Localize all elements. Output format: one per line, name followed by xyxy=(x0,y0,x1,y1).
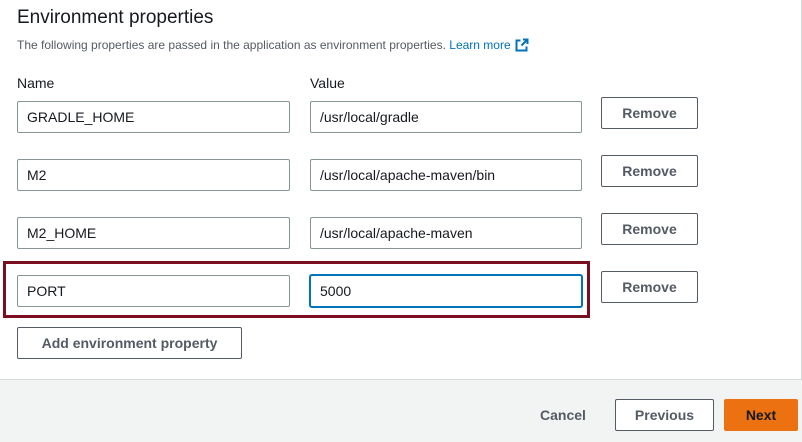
cancel-button[interactable]: Cancel xyxy=(528,400,598,430)
property-value-input[interactable]: /usr/local/gradle xyxy=(310,101,582,133)
section-title: Environment properties xyxy=(17,7,214,28)
property-name-input[interactable]: PORT xyxy=(17,275,290,307)
external-link-icon xyxy=(515,38,529,52)
property-name-input[interactable]: M2 xyxy=(17,159,290,191)
next-button[interactable]: Next xyxy=(724,399,798,431)
add-environment-property-button[interactable]: Add environment property xyxy=(17,327,242,359)
section-description: The following properties are passed in t… xyxy=(17,38,529,52)
learn-more-link[interactable]: Learn more xyxy=(449,38,529,52)
learn-more-label: Learn more xyxy=(449,38,511,52)
remove-button[interactable]: Remove xyxy=(601,97,698,129)
remove-button[interactable]: Remove xyxy=(601,213,698,245)
remove-button[interactable]: Remove xyxy=(601,271,698,303)
property-value-input[interactable]: 5000 xyxy=(310,275,582,307)
property-name-input[interactable]: GRADLE_HOME xyxy=(17,101,290,133)
description-text: The following properties are passed in t… xyxy=(17,38,446,52)
property-name-input[interactable]: M2_HOME xyxy=(17,217,290,249)
value-column-label: Value xyxy=(310,75,345,91)
name-column-label: Name xyxy=(17,75,55,91)
remove-button[interactable]: Remove xyxy=(601,155,698,187)
environment-properties-panel: Environment properties The following pro… xyxy=(0,0,802,380)
previous-button[interactable]: Previous xyxy=(615,399,714,431)
property-value-input[interactable]: /usr/local/apache-maven/bin xyxy=(310,159,582,191)
property-value-input[interactable]: /usr/local/apache-maven xyxy=(310,217,582,249)
